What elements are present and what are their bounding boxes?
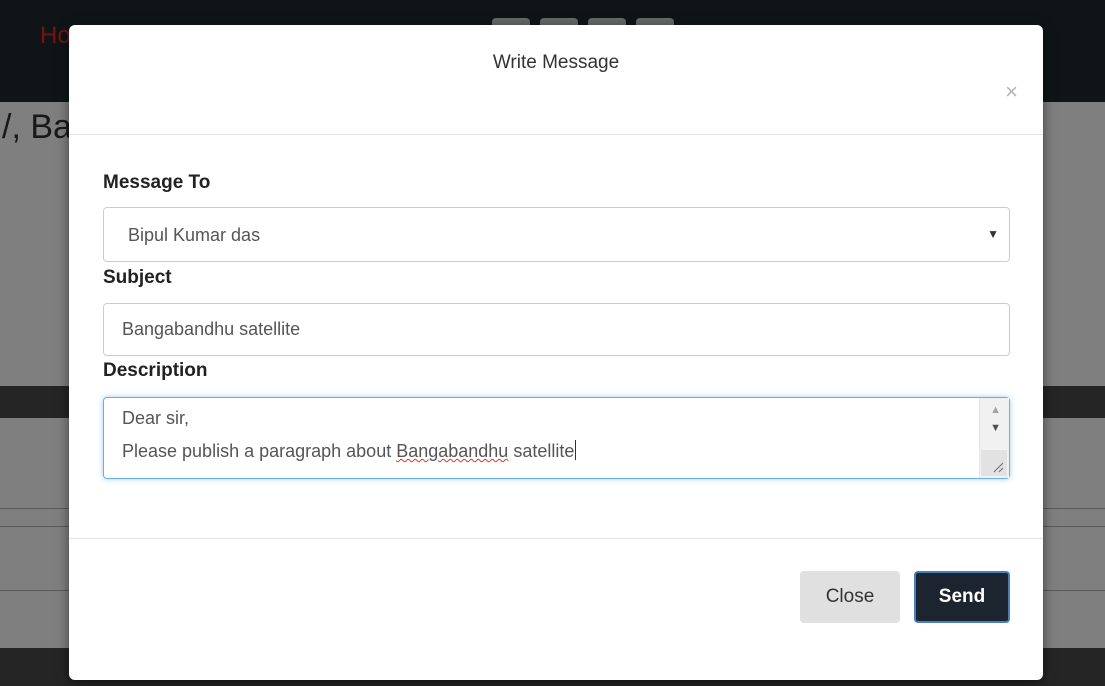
message-to-selected-value: Bipul Kumar das — [128, 225, 261, 245]
write-message-modal: Write Message × Message To Bipul Kumar d… — [69, 25, 1043, 680]
resize-handle-icon[interactable] — [981, 450, 1007, 476]
close-button[interactable]: Close — [800, 571, 900, 623]
textarea-scrollbar[interactable]: ▲ ▼ — [979, 398, 1009, 478]
modal-title: Write Message — [492, 52, 620, 73]
subject-input[interactable] — [103, 303, 1010, 356]
scroll-down-icon[interactable]: ▼ — [990, 422, 1001, 434]
description-line-2: Please publish a paragraph about Bangaba… — [122, 440, 577, 462]
misspelled-word: Bangabandhu — [396, 441, 509, 461]
modal-footer-divider — [69, 538, 1043, 539]
send-button[interactable]: Send — [914, 571, 1010, 623]
chevron-down-icon: ▼ — [987, 227, 999, 241]
message-to-label: Message To — [103, 172, 211, 193]
description-line-1: Dear sir, — [122, 408, 190, 428]
message-to-select[interactable]: Bipul Kumar das ▼ — [103, 207, 1010, 262]
scroll-up-icon[interactable]: ▲ — [990, 404, 1001, 416]
description-textarea[interactable]: Dear sir, Please publish a paragraph abo… — [103, 397, 1010, 479]
close-icon[interactable]: × — [1005, 81, 1018, 103]
description-text: satellite — [508, 441, 575, 461]
description-text: Please publish a paragraph about — [122, 441, 397, 461]
text-cursor — [575, 440, 577, 460]
description-label: Description — [103, 360, 208, 381]
subject-label: Subject — [103, 267, 172, 288]
modal-header: Write Message × — [69, 25, 1043, 135]
